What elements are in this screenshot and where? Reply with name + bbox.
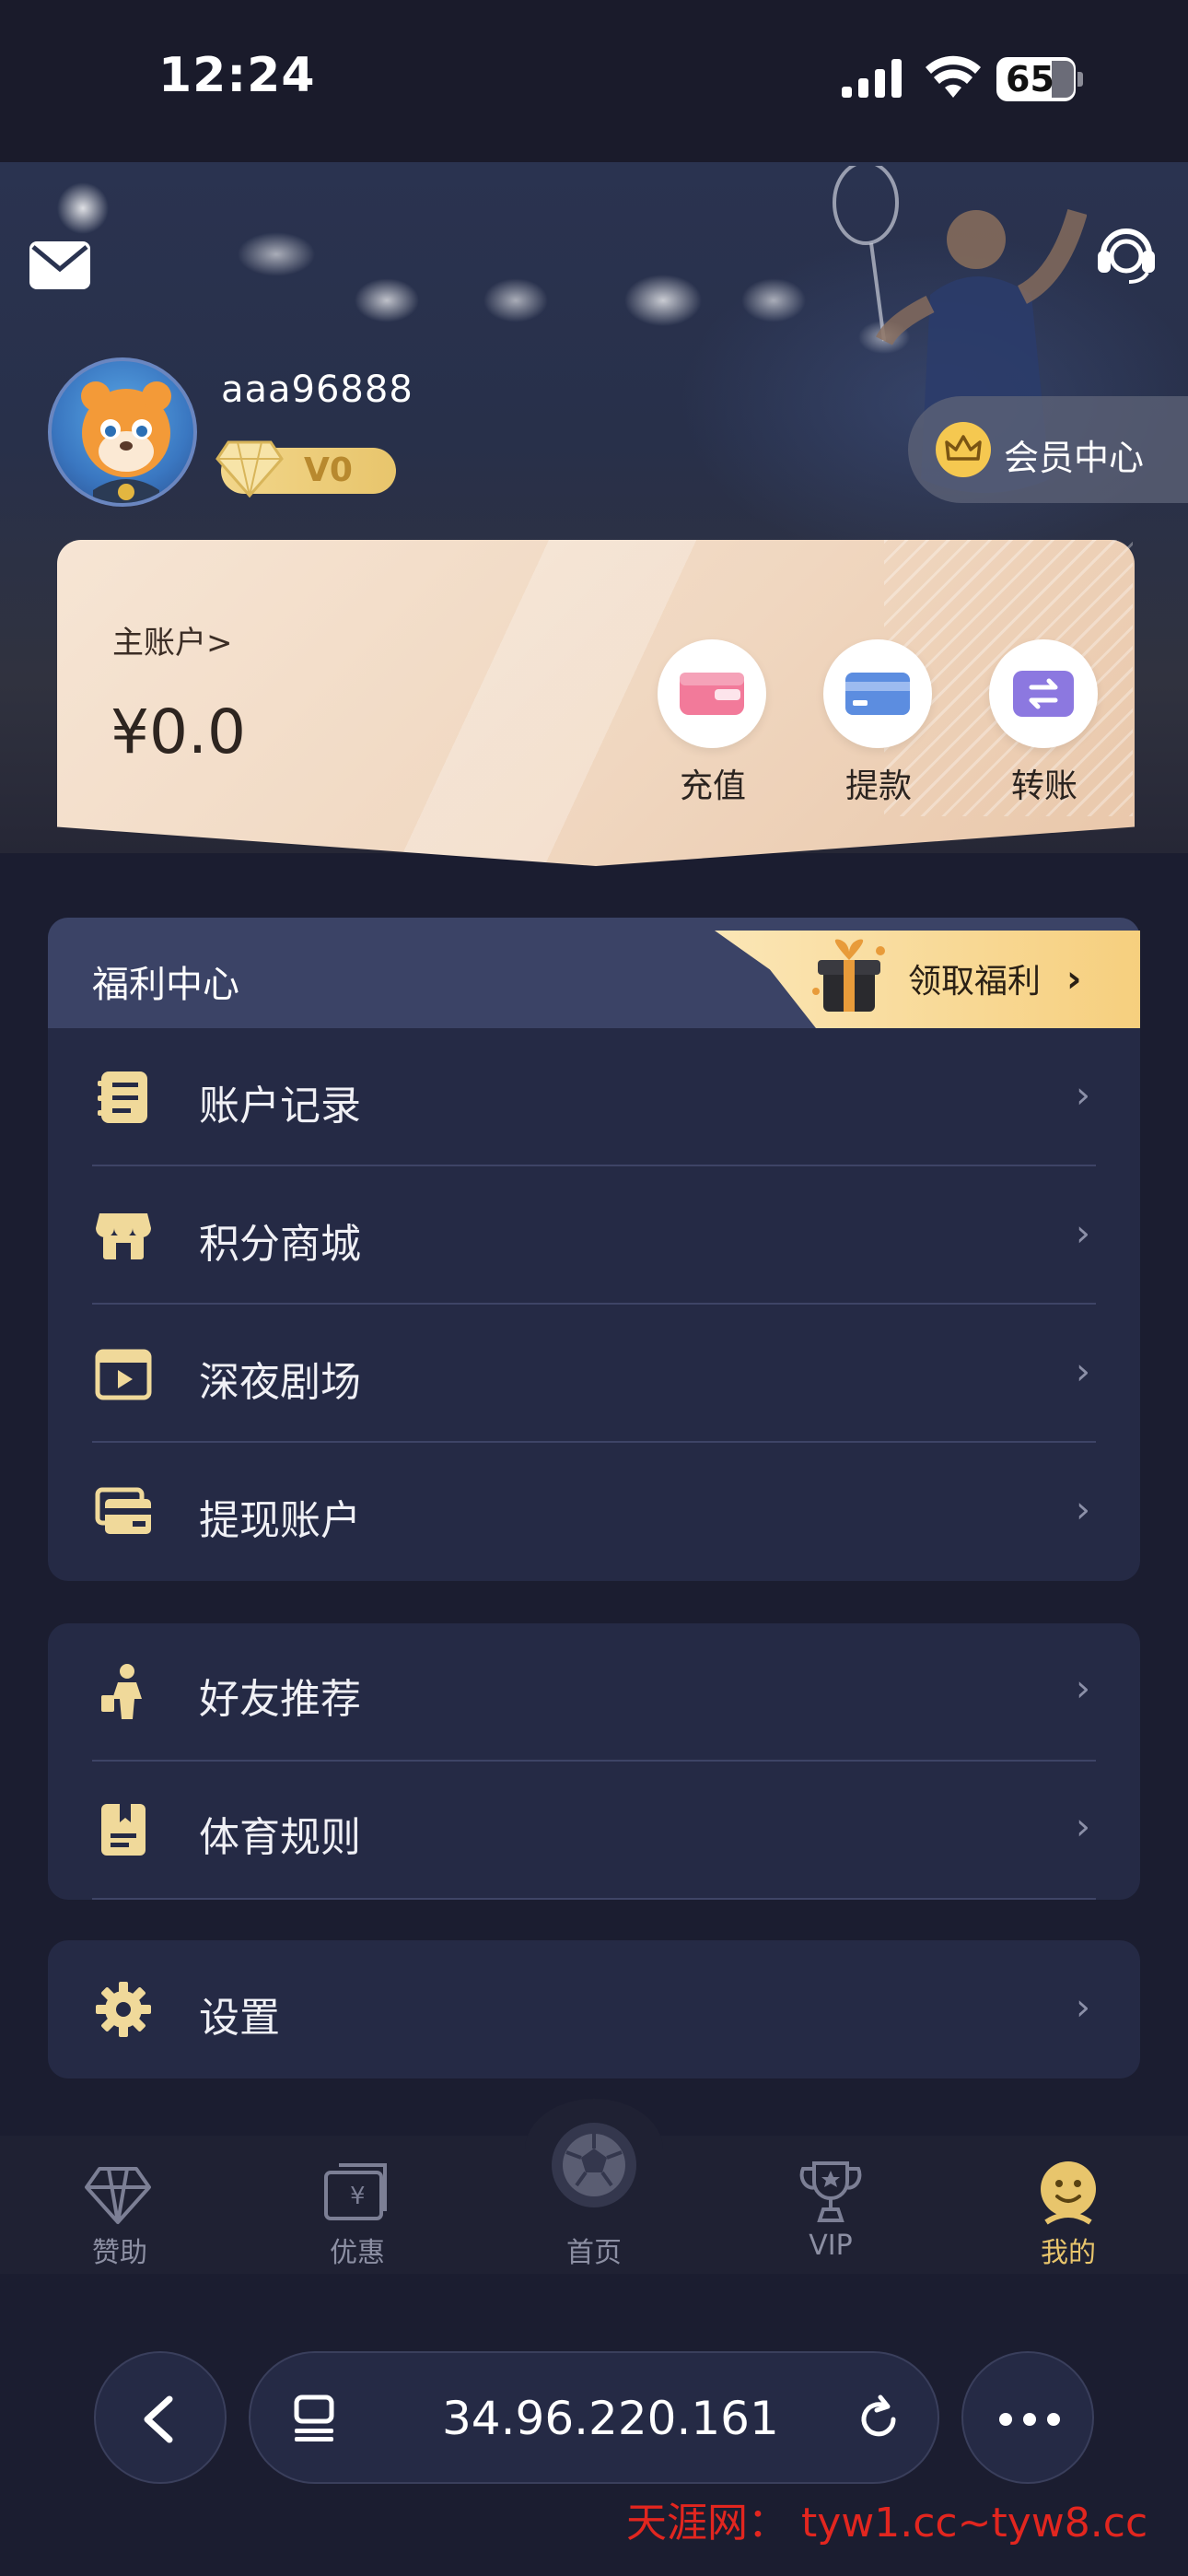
diamond-icon bbox=[215, 440, 284, 498]
status-time: 12:24 bbox=[158, 48, 316, 103]
customer-service-icon[interactable] bbox=[1094, 217, 1159, 284]
deposit-button[interactable] bbox=[658, 639, 766, 748]
tab-label: 赞助 bbox=[92, 2237, 147, 2269]
reload-icon[interactable] bbox=[853, 2392, 904, 2443]
chevron-right-icon: › bbox=[1076, 1489, 1090, 1531]
more-dots-icon bbox=[999, 2413, 1060, 2426]
person-icon bbox=[101, 1664, 142, 1719]
menu-label: 提现账户 bbox=[199, 1497, 361, 1544]
ledger-icon bbox=[98, 1071, 147, 1123]
transfer-button[interactable] bbox=[989, 639, 1098, 748]
cellular-signal-icon bbox=[842, 59, 902, 98]
store-icon bbox=[96, 1213, 151, 1259]
coupon-icon: ¥ bbox=[324, 2163, 387, 2220]
tabs-icon[interactable] bbox=[291, 2394, 337, 2441]
film-icon bbox=[95, 1349, 152, 1400]
chevron-right-icon: › bbox=[1076, 1074, 1090, 1117]
soccer-ball-icon bbox=[552, 2123, 636, 2207]
divider bbox=[92, 1898, 1096, 1900]
battery-icon: 65 bbox=[996, 57, 1083, 101]
menu-label: 设置 bbox=[199, 1995, 280, 2042]
claim-welfare-label: 领取福利 bbox=[908, 963, 1042, 1001]
tab-label-active: 我的 bbox=[1041, 2237, 1096, 2269]
chevron-right-icon: › bbox=[1066, 958, 1082, 1001]
back-button[interactable] bbox=[94, 2351, 227, 2484]
watermark-text: 天涯网： tyw1.cc~tyw8.cc bbox=[626, 2500, 1148, 2547]
chevron-right-icon: › bbox=[1076, 1806, 1090, 1848]
menu-label: 好友推荐 bbox=[199, 1676, 361, 1723]
vip-level-text: V0 bbox=[304, 451, 353, 489]
deposit-label: 充值 bbox=[679, 767, 746, 805]
wallet-icon bbox=[680, 673, 744, 715]
menu-label: 深夜剧场 bbox=[199, 1359, 361, 1406]
rulebook-icon bbox=[101, 1804, 146, 1856]
card-icon bbox=[845, 673, 910, 715]
main-account-link[interactable]: 主账户> bbox=[112, 617, 233, 662]
avatar[interactable] bbox=[48, 357, 197, 507]
transfer-label: 转账 bbox=[1010, 767, 1077, 805]
chevron-left-icon bbox=[144, 2395, 173, 2443]
cards-icon bbox=[95, 1487, 151, 1534]
smiley-icon bbox=[1041, 2161, 1096, 2225]
menu-label: 账户记录 bbox=[199, 1083, 361, 1130]
battery-percent: 65 bbox=[1006, 59, 1054, 100]
chevron-right-icon: › bbox=[1076, 1212, 1090, 1255]
member-center-label: 会员中心 bbox=[1004, 438, 1145, 478]
wifi-icon bbox=[926, 55, 981, 98]
mail-icon[interactable] bbox=[29, 241, 90, 289]
chevron-right-icon: › bbox=[1076, 1668, 1090, 1710]
withdraw-label: 提款 bbox=[844, 767, 912, 805]
url-text[interactable]: 34.96.220.161 bbox=[442, 2392, 779, 2445]
menu-label: 积分商城 bbox=[199, 1221, 361, 1268]
tab-label: 优惠 bbox=[330, 2237, 385, 2269]
gift-box-icon bbox=[812, 939, 885, 1012]
tab-label: VIP bbox=[809, 2230, 853, 2262]
tab-label: 首页 bbox=[566, 2237, 622, 2269]
more-options-button[interactable] bbox=[961, 2351, 1094, 2484]
chevron-right-icon: › bbox=[1076, 1351, 1090, 1393]
transfer-icon bbox=[1013, 671, 1074, 717]
balance-amount: ¥0.0 bbox=[111, 697, 246, 767]
gear-icon bbox=[96, 1982, 151, 2037]
diamond-icon bbox=[85, 2167, 151, 2224]
svg-text:¥: ¥ bbox=[350, 2183, 366, 2210]
trophy-icon bbox=[799, 2161, 862, 2222]
withdraw-button[interactable] bbox=[823, 639, 932, 748]
menu-label: 体育规则 bbox=[199, 1814, 361, 1861]
welfare-title: 福利中心 bbox=[92, 964, 239, 1006]
chevron-right-icon: › bbox=[1076, 1986, 1090, 2029]
username: aaa96888 bbox=[221, 369, 413, 411]
crown-icon bbox=[936, 422, 991, 477]
